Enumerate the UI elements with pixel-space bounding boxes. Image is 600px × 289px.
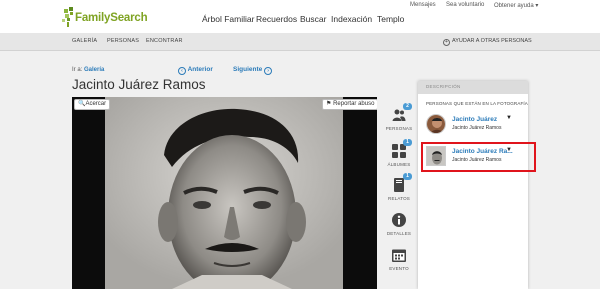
- help-others-label: AYUDAR A OTRAS PERSONAS: [452, 38, 532, 44]
- people-icon: [392, 109, 406, 121]
- page-title: Jacinto Juárez Ramos: [72, 77, 206, 92]
- stories-count-badge: 1: [403, 173, 412, 180]
- rail-stories-label: RELATOS: [388, 196, 410, 201]
- previous-button[interactable]: ‹ Anterior: [178, 66, 213, 75]
- next-label: Siguiente: [233, 66, 263, 73]
- rail-albums-label: ÁLBUMES: [387, 162, 411, 167]
- person-entry[interactable]: Jacinto Juárez Jacinto Juárez Ramos ▼: [424, 112, 522, 138]
- flag-icon: ⚑: [326, 101, 332, 107]
- rail-event[interactable]: EVENTO: [384, 248, 414, 288]
- nav-temple[interactable]: Templo: [377, 14, 404, 24]
- subnav-people[interactable]: PERSONAS: [107, 38, 139, 44]
- familysearch-logo[interactable]: FamilySearch: [62, 7, 148, 27]
- report-abuse-button[interactable]: ⚑ Reportar abuso: [322, 99, 377, 110]
- calendar-icon: [392, 249, 406, 262]
- people-panel: DESCRIPCIÓN PERSONAS QUE ESTÁN EN LA FOT…: [418, 81, 528, 289]
- messages-link[interactable]: Mensajes: [410, 2, 436, 8]
- volunteer-link[interactable]: Sea voluntario: [446, 2, 484, 8]
- help-others-button[interactable]: + AYUDAR A OTRAS PERSONAS: [443, 38, 532, 46]
- avatar: [426, 114, 446, 134]
- book-icon: [394, 178, 404, 192]
- chevron-right-icon: ›: [264, 67, 273, 75]
- people-count-badge: 2: [403, 103, 412, 110]
- rail-details[interactable]: DETALLES: [384, 213, 414, 253]
- previous-label: Anterior: [187, 66, 213, 73]
- photo-viewer[interactable]: 🔍Acercar ⚑ Reportar abuso: [72, 97, 377, 289]
- get-help-link[interactable]: Obtener ayuda ▾: [494, 2, 538, 9]
- person-full-name: Jacinto Juárez Ramos: [452, 125, 502, 131]
- rail-stories[interactable]: 1 RELATOS: [384, 173, 414, 218]
- panel-header-label: DESCRIPCIÓN: [426, 84, 461, 89]
- albums-count-badge: 1: [403, 139, 412, 146]
- info-icon: [392, 213, 406, 227]
- nav-family-tree[interactable]: Árbol Familiar: [202, 14, 254, 24]
- subnav-find[interactable]: ENCONTRAR: [146, 38, 183, 44]
- subnav-gallery[interactable]: GALERÍA: [72, 38, 97, 44]
- nav-memories[interactable]: Recuerdos: [256, 14, 297, 24]
- plus-circle-icon: +: [443, 39, 450, 46]
- nav-search[interactable]: Buscar: [300, 14, 326, 24]
- logo-text: FamilySearch: [75, 12, 148, 24]
- report-abuse-label: Reportar abuso: [333, 101, 375, 107]
- rail-event-label: EVENTO: [389, 266, 409, 271]
- nav-indexing[interactable]: Indexación: [331, 14, 372, 24]
- breadcrumb-prefix: Ir a:: [72, 67, 83, 73]
- next-button[interactable]: Siguiente ›: [233, 66, 273, 75]
- selection-highlight: [421, 142, 536, 172]
- top-header: FamilySearch Mensajes Sea voluntario Obt…: [0, 0, 600, 33]
- person-name-link[interactable]: Jacinto Juárez: [452, 116, 497, 123]
- tree-logo-icon: [62, 7, 73, 27]
- portrait-photo: [72, 97, 377, 289]
- panel-caption: PERSONAS QUE ESTÁN EN LA FOTOGRAFÍA: [426, 101, 528, 106]
- breadcrumb-gallery-link[interactable]: Galería: [84, 67, 104, 73]
- chevron-left-icon: ‹: [178, 67, 186, 75]
- rail-people-label: PERSONAS: [385, 126, 413, 131]
- secondary-nav: GALERÍA PERSONAS ENCONTRAR + AYUDAR A OTR…: [0, 33, 600, 51]
- albums-grid-icon: [392, 144, 406, 158]
- panel-header: DESCRIPCIÓN: [418, 81, 528, 94]
- rail-details-label: DETALLES: [386, 231, 412, 236]
- caret-down-icon[interactable]: ▼: [506, 115, 512, 121]
- breadcrumb: Ir a: Galería: [72, 67, 104, 73]
- zoom-in-button[interactable]: 🔍Acercar: [74, 99, 111, 110]
